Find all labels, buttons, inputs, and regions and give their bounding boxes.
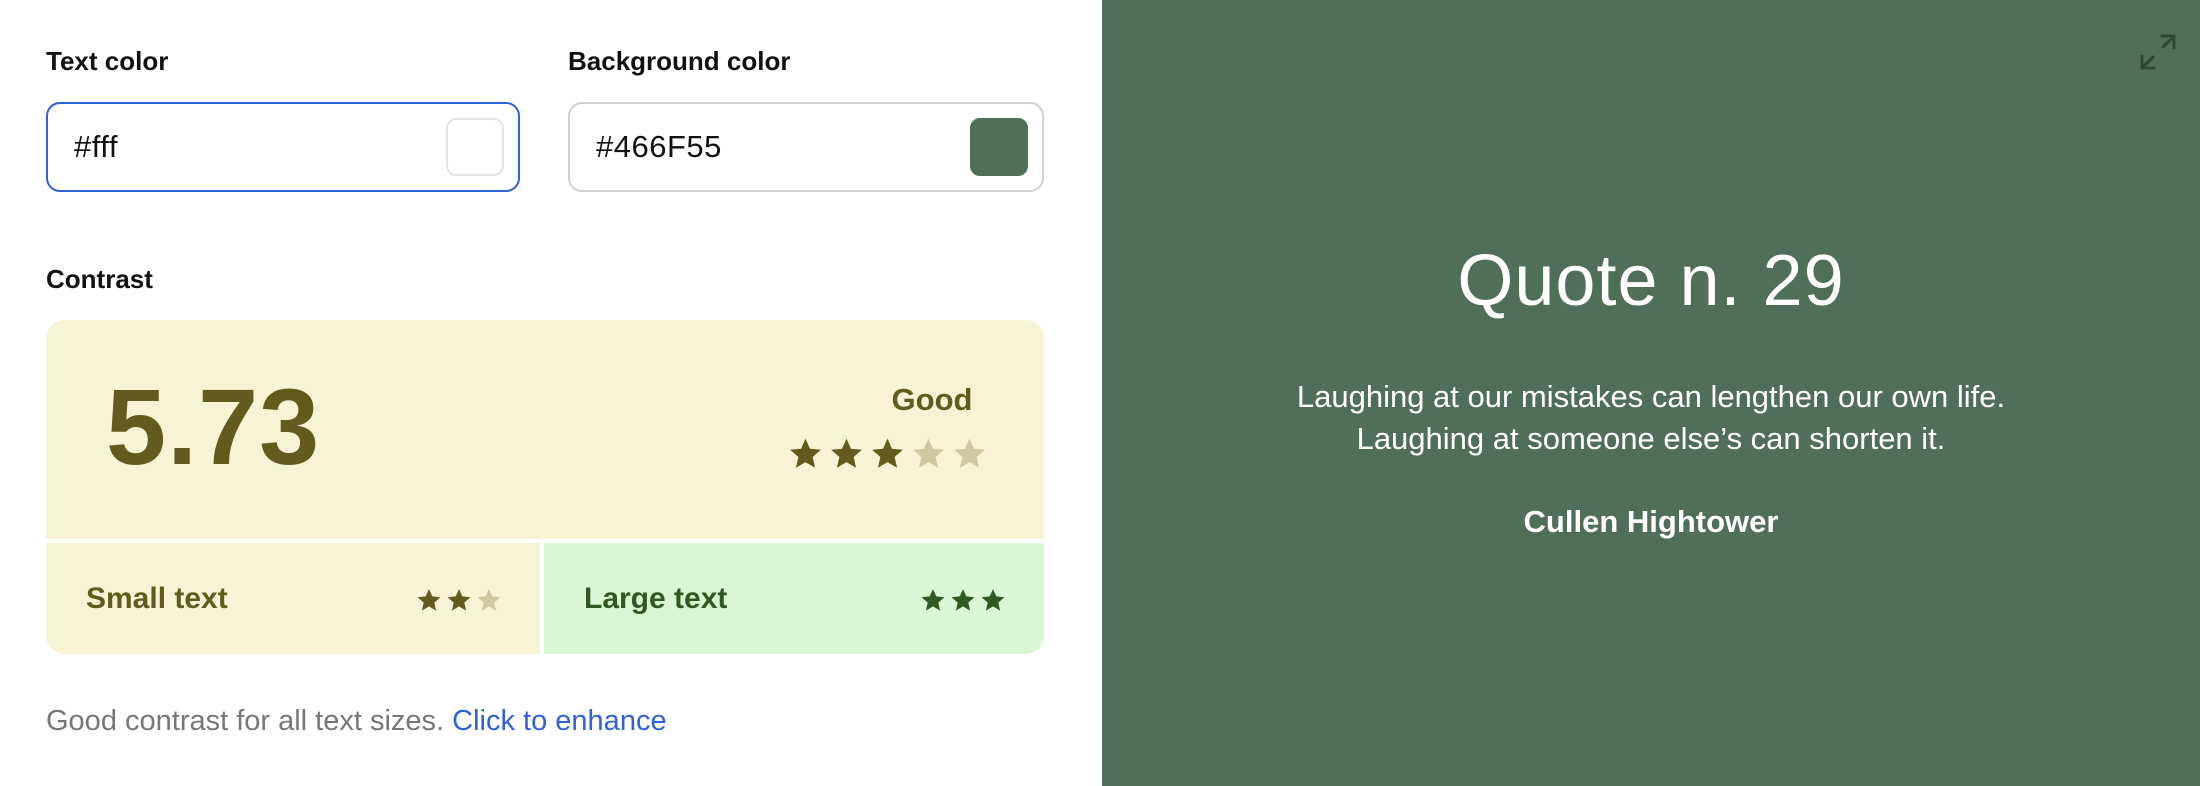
- quote-author: Cullen Hightower: [1523, 504, 1779, 539]
- contrast-card: 5.73 Good Small text Large text: [46, 320, 1044, 654]
- small-text-panel: Small text: [46, 543, 540, 654]
- background-color-input[interactable]: #466F55: [568, 102, 1044, 192]
- star-filled-icon: [981, 588, 1005, 611]
- quote-line-2: Laughing at someone else’s can shorten i…: [1356, 421, 1946, 456]
- star-filled-icon: [921, 588, 945, 611]
- star-filled-icon: [872, 438, 903, 468]
- contrast-label: Contrast: [46, 264, 153, 294]
- text-color-input[interactable]: #fff: [46, 102, 520, 192]
- contrast-summary-message: Good contrast for all text sizes.: [46, 705, 453, 737]
- large-text-stars: [920, 587, 1006, 613]
- expand-button[interactable]: [2136, 30, 2180, 74]
- star-filled-icon: [951, 588, 975, 611]
- small-text-label: Small text: [86, 582, 228, 615]
- small-text-stars: [416, 587, 502, 613]
- expand-icon: [2140, 34, 2176, 70]
- controls-panel: Text color #fff Background color #466F55…: [0, 0, 1100, 786]
- large-text-label: Large text: [584, 582, 728, 615]
- quote-line-1: Laughing at our mistakes can lengthen ou…: [1296, 379, 2006, 414]
- background-color-value[interactable]: #466F55: [596, 104, 722, 190]
- preview-panel: Quote n. 29 Laughing at our mistakes can…: [1102, 0, 2200, 786]
- contrast-stars: [788, 436, 987, 471]
- contrast-ratio: 5.73: [106, 366, 321, 487]
- contrast-checker-app: Text color #fff Background color #466F55…: [0, 0, 2200, 786]
- star-filled-icon: [447, 588, 471, 611]
- quote-title: Quote n. 29: [1457, 241, 1845, 321]
- quote-text: Laughing at our mistakes can lengthen ou…: [1102, 376, 2200, 460]
- star-filled-icon: [831, 438, 862, 468]
- star-filled-icon: [790, 438, 821, 468]
- contrast-summary: Good contrast for all text sizes. Click …: [46, 704, 667, 738]
- star-empty-icon: [913, 438, 944, 468]
- star-empty-icon: [954, 438, 985, 468]
- text-color-swatch[interactable]: [446, 118, 504, 176]
- star-empty-icon: [477, 588, 501, 611]
- text-color-value[interactable]: #fff: [74, 104, 118, 190]
- star-filled-icon: [417, 588, 441, 611]
- background-color-label: Background color: [568, 46, 791, 76]
- large-text-panel: Large text: [544, 543, 1044, 654]
- contrast-rating: Good: [891, 382, 973, 417]
- contrast-score-panel: 5.73 Good: [46, 320, 1044, 539]
- text-color-label: Text color: [46, 46, 169, 76]
- background-color-swatch[interactable]: [970, 118, 1028, 176]
- enhance-link[interactable]: Click to enhance: [452, 705, 666, 737]
